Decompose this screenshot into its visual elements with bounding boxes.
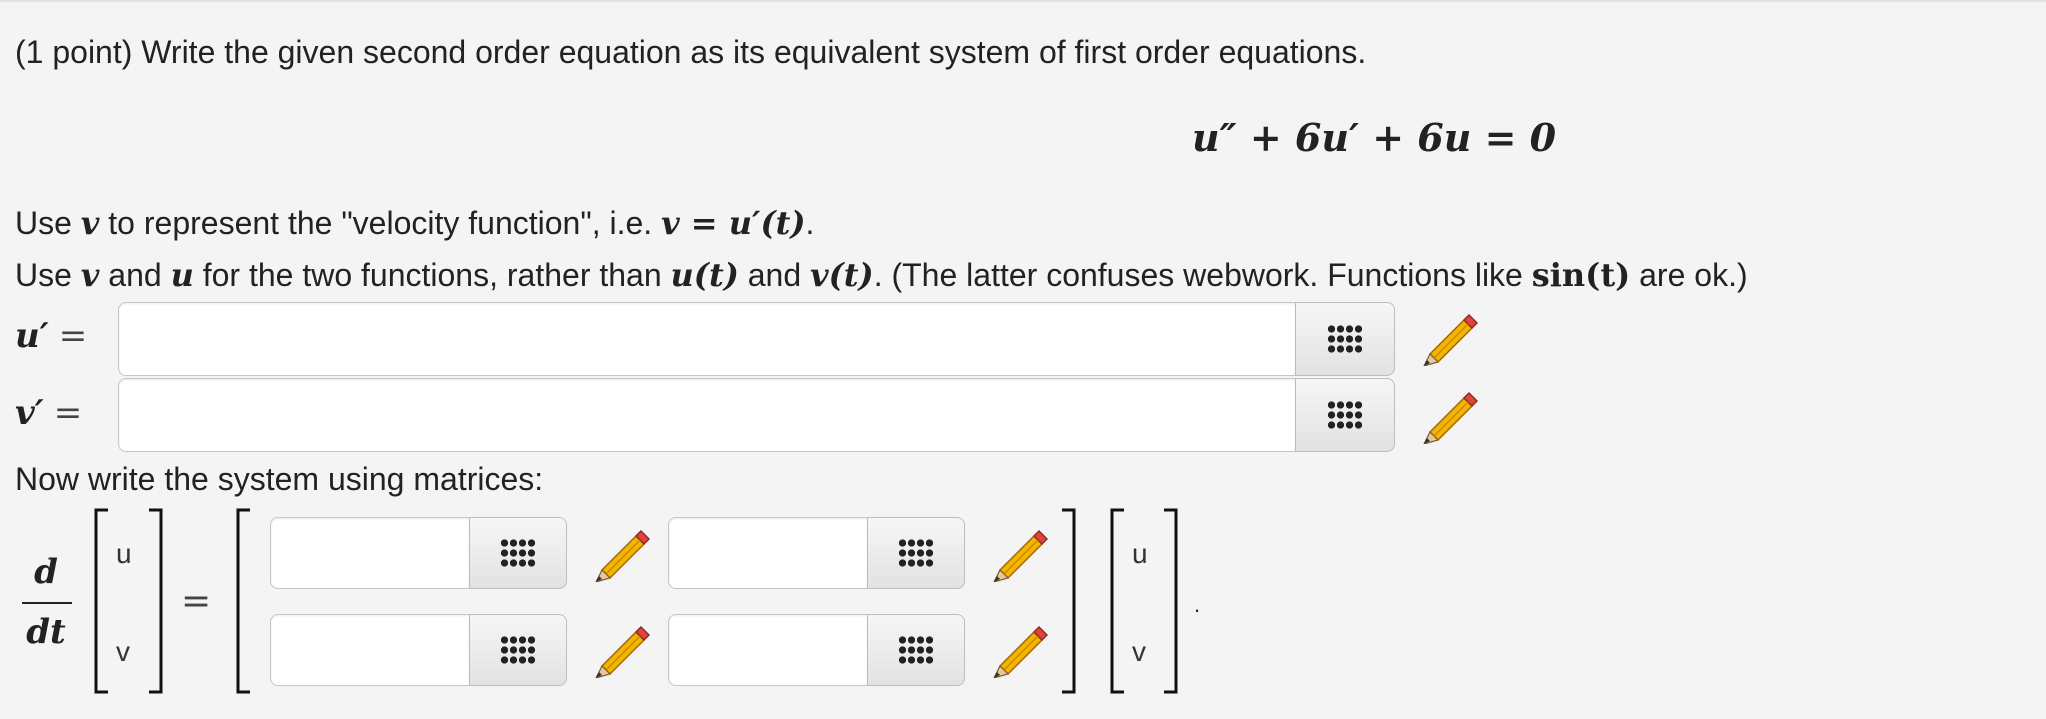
uprime-palette-button[interactable] bbox=[1295, 302, 1395, 376]
pencil-icon[interactable] bbox=[588, 526, 650, 582]
grid-palette-icon bbox=[1327, 400, 1363, 430]
derivative-denominator: dt bbox=[26, 612, 66, 652]
matrix-entry-22-palette-button[interactable] bbox=[867, 614, 965, 686]
uprime-label: u′ = bbox=[15, 316, 88, 356]
pencil-icon[interactable] bbox=[986, 622, 1048, 678]
fraction-bar bbox=[22, 602, 72, 604]
matrix-entry-12-input[interactable] bbox=[668, 517, 868, 589]
matrix-entry-22-input[interactable] bbox=[668, 614, 868, 686]
instruction-functions: Use v and u for the two functions, rathe… bbox=[15, 256, 1748, 294]
pencil-icon[interactable] bbox=[986, 526, 1048, 582]
grid-palette-icon bbox=[500, 538, 536, 568]
matrix-entry-21-input[interactable] bbox=[270, 614, 470, 686]
matrix-entry-11-input[interactable] bbox=[270, 517, 470, 589]
matrix-intro: Now write the system using matrices: bbox=[15, 461, 544, 497]
left-vector-close-bracket bbox=[149, 508, 163, 694]
matrix-entry-11-palette-button[interactable] bbox=[469, 517, 567, 589]
uprime-input[interactable] bbox=[118, 302, 1296, 376]
vprime-input[interactable] bbox=[118, 378, 1296, 452]
grid-palette-icon bbox=[898, 538, 934, 568]
vprime-label: v′ = bbox=[15, 393, 83, 433]
problem-equation: u″ + 6u′ + 6u = 0 bbox=[1192, 115, 1557, 160]
right-vector-close-bracket bbox=[1164, 508, 1178, 694]
problem-intro: (1 point) Write the given second order e… bbox=[15, 34, 1367, 70]
instruction-velocity: Use v to represent the "velocity functio… bbox=[15, 204, 815, 242]
trailing-period: . bbox=[1194, 592, 1201, 617]
grid-palette-icon bbox=[500, 635, 536, 665]
top-divider bbox=[0, 0, 2046, 2]
grid-palette-icon bbox=[1327, 324, 1363, 354]
vector-v-label: v bbox=[116, 636, 130, 667]
pencil-icon[interactable] bbox=[1416, 310, 1478, 366]
derivative-numerator: d bbox=[34, 552, 58, 592]
vector-u-label: u bbox=[116, 538, 132, 569]
vector-u-label: u bbox=[1132, 538, 1148, 569]
pencil-icon[interactable] bbox=[1416, 388, 1478, 444]
matrix-entry-21-palette-button[interactable] bbox=[469, 614, 567, 686]
matrix-equals: = bbox=[181, 581, 212, 622]
vprime-palette-button[interactable] bbox=[1295, 378, 1395, 452]
matrix-open-bracket bbox=[236, 508, 250, 694]
right-vector-open-bracket bbox=[1110, 508, 1124, 694]
vector-v-label: v bbox=[1132, 636, 1146, 667]
pencil-icon[interactable] bbox=[588, 622, 650, 678]
left-vector-open-bracket bbox=[94, 508, 108, 694]
matrix-close-bracket bbox=[1062, 508, 1076, 694]
matrix-entry-12-palette-button[interactable] bbox=[867, 517, 965, 589]
grid-palette-icon bbox=[898, 635, 934, 665]
